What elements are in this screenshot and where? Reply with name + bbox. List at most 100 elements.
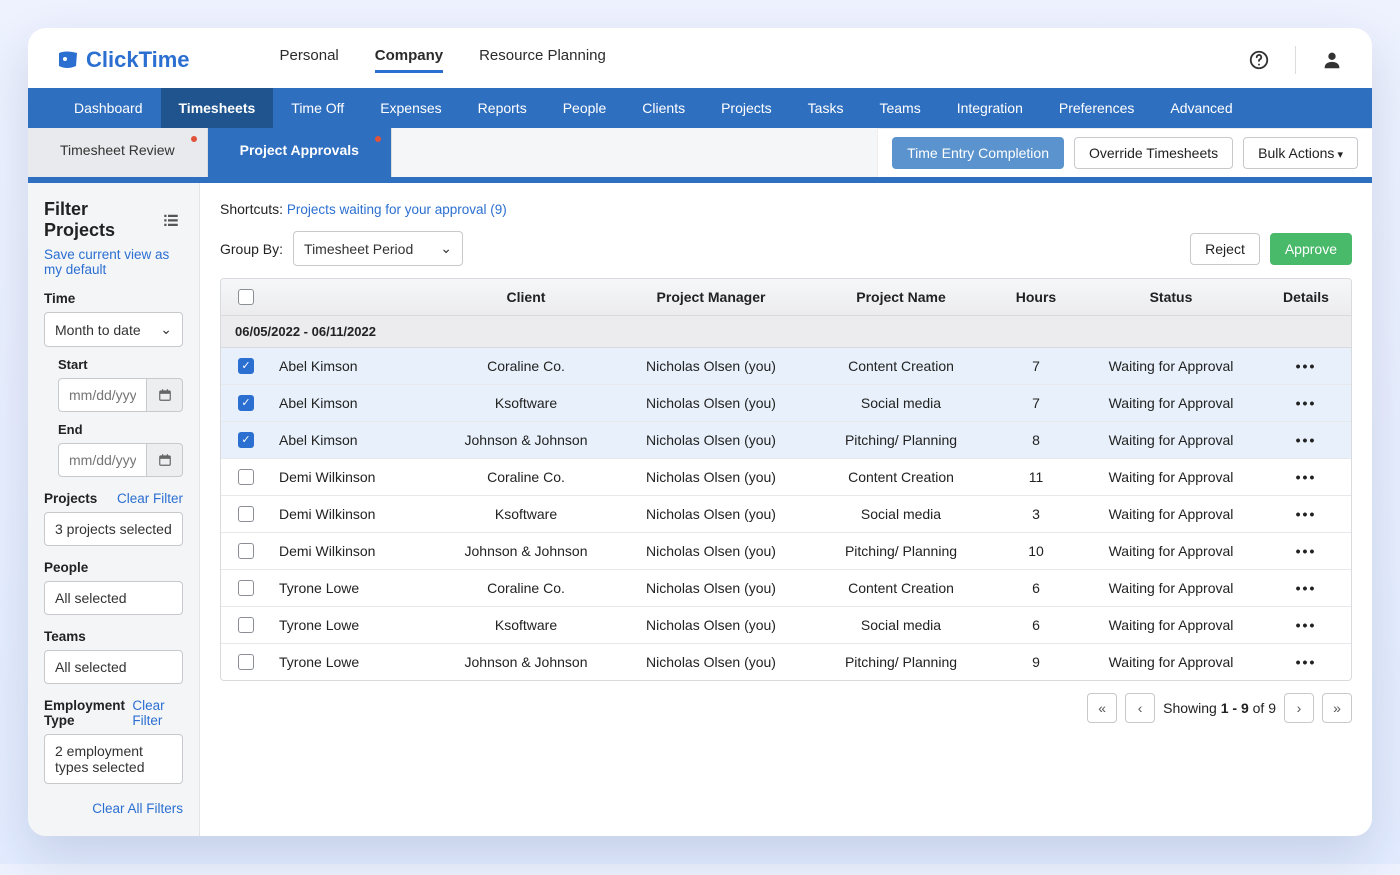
col-status[interactable]: Status bbox=[1081, 279, 1261, 315]
chevron-down-icon: ⌄ bbox=[440, 240, 452, 257]
user-icon[interactable] bbox=[1320, 48, 1344, 72]
teams-select-value: All selected bbox=[55, 659, 127, 675]
table-row[interactable]: Demi WilkinsonKsoftwareNicholas Olsen (y… bbox=[221, 496, 1351, 533]
emp-clear-link[interactable]: Clear Filter bbox=[132, 698, 183, 728]
save-view-link[interactable]: Save current view as my default bbox=[44, 247, 183, 277]
pager-last[interactable]: » bbox=[1322, 693, 1352, 723]
table-row[interactable]: Tyrone LoweKsoftwareNicholas Olsen (you)… bbox=[221, 607, 1351, 644]
row-checkbox[interactable] bbox=[238, 506, 254, 522]
projects-clear-link[interactable]: Clear Filter bbox=[117, 491, 183, 506]
logo[interactable]: ClickTime bbox=[56, 47, 190, 73]
tab-project-approvals[interactable]: Project Approvals bbox=[208, 128, 392, 177]
row-more-icon[interactable]: ••• bbox=[1296, 506, 1317, 522]
shortcuts-link[interactable]: Projects waiting for your approval (9) bbox=[287, 202, 507, 217]
col-client[interactable]: Client bbox=[441, 279, 611, 315]
subnav-expenses[interactable]: Expenses bbox=[362, 88, 459, 128]
select-all-checkbox[interactable] bbox=[238, 289, 254, 305]
people-label: People bbox=[44, 560, 183, 575]
tab-timesheet-review[interactable]: Timesheet Review bbox=[28, 128, 208, 177]
row-hours: 11 bbox=[991, 459, 1081, 495]
row-project-manager: Nicholas Olsen (you) bbox=[611, 422, 811, 458]
row-project-name: Social media bbox=[811, 496, 991, 532]
table-row[interactable]: Tyrone LoweCoraline Co.Nicholas Olsen (y… bbox=[221, 570, 1351, 607]
row-more-icon[interactable]: ••• bbox=[1296, 543, 1317, 559]
subnav-people[interactable]: People bbox=[545, 88, 625, 128]
subnav-integration[interactable]: Integration bbox=[939, 88, 1041, 128]
table-row[interactable]: Abel KimsonKsoftwareNicholas Olsen (you)… bbox=[221, 385, 1351, 422]
end-date-input[interactable] bbox=[58, 443, 147, 477]
time-entry-completion-button[interactable]: Time Entry Completion bbox=[892, 137, 1064, 169]
row-checkbox[interactable] bbox=[238, 358, 254, 374]
pager-first[interactable]: « bbox=[1087, 693, 1117, 723]
topnav-company[interactable]: Company bbox=[375, 47, 443, 73]
bulk-actions-button[interactable]: Bulk Actions bbox=[1243, 137, 1358, 169]
emp-label: Employment Type bbox=[44, 698, 132, 728]
subnav-projects[interactable]: Projects bbox=[703, 88, 790, 128]
emp-label-row: Employment Type Clear Filter bbox=[44, 698, 183, 728]
subnav-dashboard[interactable]: Dashboard bbox=[56, 88, 161, 128]
col-project-name[interactable]: Project Name bbox=[811, 279, 991, 315]
row-project-name: Pitching/ Planning bbox=[811, 422, 991, 458]
subnav-time-off[interactable]: Time Off bbox=[273, 88, 362, 128]
table-row[interactable]: Demi WilkinsonCoraline Co.Nicholas Olsen… bbox=[221, 459, 1351, 496]
approve-button[interactable]: Approve bbox=[1270, 233, 1352, 265]
row-more-icon[interactable]: ••• bbox=[1296, 358, 1317, 374]
row-more-icon[interactable]: ••• bbox=[1296, 469, 1317, 485]
projects-label: Projects bbox=[44, 491, 97, 506]
subnav-preferences[interactable]: Preferences bbox=[1041, 88, 1152, 128]
tabbar-actions: Time Entry Completion Override Timesheet… bbox=[877, 128, 1372, 177]
table-row[interactable]: Abel KimsonJohnson & JohnsonNicholas Ols… bbox=[221, 422, 1351, 459]
row-checkbox[interactable] bbox=[238, 395, 254, 411]
clear-all-link[interactable]: Clear All Filters bbox=[92, 801, 183, 816]
time-select[interactable]: Month to date ⌄ bbox=[44, 312, 183, 347]
row-checkbox[interactable] bbox=[238, 432, 254, 448]
subnav-clients[interactable]: Clients bbox=[624, 88, 703, 128]
end-label: End bbox=[58, 422, 183, 437]
logo-text: ClickTime bbox=[86, 47, 190, 73]
row-checkbox[interactable] bbox=[238, 617, 254, 633]
emp-select[interactable]: 2 employment types selected bbox=[44, 734, 183, 784]
row-more-icon[interactable]: ••• bbox=[1296, 395, 1317, 411]
row-checkbox[interactable] bbox=[238, 543, 254, 559]
table-row[interactable]: Tyrone LoweJohnson & JohnsonNicholas Ols… bbox=[221, 644, 1351, 680]
col-project-manager[interactable]: Project Manager bbox=[611, 279, 811, 315]
table-row[interactable]: Demi WilkinsonJohnson & JohnsonNicholas … bbox=[221, 533, 1351, 570]
row-status: Waiting for Approval bbox=[1081, 607, 1261, 643]
subnav-tasks[interactable]: Tasks bbox=[790, 88, 862, 128]
reject-button[interactable]: Reject bbox=[1190, 233, 1260, 265]
start-calendar-button[interactable] bbox=[147, 378, 183, 412]
teams-select[interactable]: All selected bbox=[44, 650, 183, 684]
pager-next[interactable]: › bbox=[1284, 693, 1314, 723]
list-icon[interactable] bbox=[160, 208, 183, 232]
row-project-manager: Nicholas Olsen (you) bbox=[611, 385, 811, 421]
subnav-reports[interactable]: Reports bbox=[460, 88, 545, 128]
row-checkbox[interactable] bbox=[238, 654, 254, 670]
col-hours[interactable]: Hours bbox=[991, 279, 1081, 315]
row-status: Waiting for Approval bbox=[1081, 385, 1261, 421]
logo-icon bbox=[56, 48, 80, 72]
row-client: Coraline Co. bbox=[441, 348, 611, 384]
topnav-resource-planning[interactable]: Resource Planning bbox=[479, 47, 606, 73]
row-more-icon[interactable]: ••• bbox=[1296, 617, 1317, 633]
projects-select[interactable]: 3 projects selected bbox=[44, 512, 183, 546]
end-calendar-button[interactable] bbox=[147, 443, 183, 477]
table-row[interactable]: Abel KimsonCoraline Co.Nicholas Olsen (y… bbox=[221, 348, 1351, 385]
calendar-icon bbox=[158, 388, 172, 402]
override-timesheets-button[interactable]: Override Timesheets bbox=[1074, 137, 1233, 169]
row-checkbox[interactable] bbox=[238, 580, 254, 596]
help-icon[interactable] bbox=[1247, 48, 1271, 72]
row-more-icon[interactable]: ••• bbox=[1296, 580, 1317, 596]
row-more-icon[interactable]: ••• bbox=[1296, 654, 1317, 670]
subnav-timesheets[interactable]: Timesheets bbox=[161, 88, 274, 128]
row-more-icon[interactable]: ••• bbox=[1296, 432, 1317, 448]
tabs: Timesheet ReviewProject Approvals bbox=[28, 128, 392, 177]
start-date-input[interactable] bbox=[58, 378, 147, 412]
people-select[interactable]: All selected bbox=[44, 581, 183, 615]
groupby-row: Group By: Timesheet Period ⌄ Reject Appr… bbox=[220, 231, 1352, 266]
subnav-advanced[interactable]: Advanced bbox=[1152, 88, 1250, 128]
groupby-select[interactable]: Timesheet Period ⌄ bbox=[293, 231, 463, 266]
subnav-teams[interactable]: Teams bbox=[861, 88, 938, 128]
row-checkbox[interactable] bbox=[238, 469, 254, 485]
topnav-personal[interactable]: Personal bbox=[280, 47, 339, 73]
pager-prev[interactable]: ‹ bbox=[1125, 693, 1155, 723]
